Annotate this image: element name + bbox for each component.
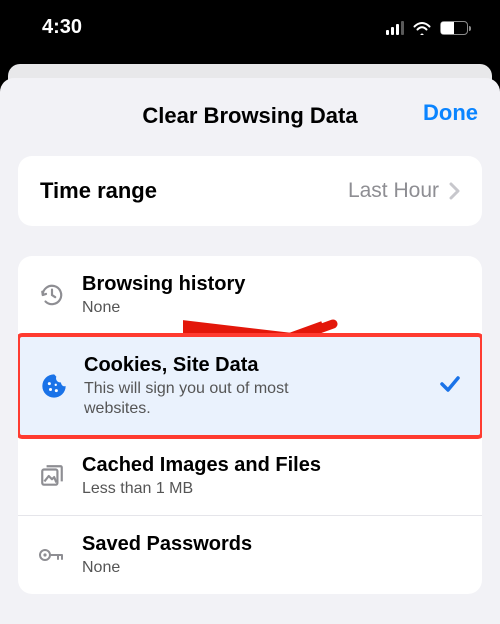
done-button[interactable]: Done [423, 100, 478, 126]
status-icons [386, 21, 468, 35]
row-title: Browsing history [82, 272, 464, 296]
time-range-label: Time range [40, 178, 157, 204]
row-browsing-history[interactable]: Browsing history None [18, 256, 482, 335]
row-cookies-site-data[interactable]: Cookies, Site Data This will sign you ou… [18, 333, 482, 439]
data-type-list: Browsing history None Cookies, Site Data… [18, 256, 482, 594]
row-saved-passwords[interactable]: Saved Passwords None [18, 516, 482, 594]
sheet-header: Clear Browsing Data Done [0, 98, 500, 134]
row-sub: None [82, 298, 464, 318]
time-range-row[interactable]: Time range Last Hour [18, 156, 482, 226]
time-range-value-wrap: Last Hour [348, 179, 460, 203]
row-title: Cookies, Site Data [84, 353, 424, 377]
history-icon [36, 282, 68, 308]
cookie-icon [38, 372, 70, 400]
cell-signal-icon [386, 21, 404, 35]
battery-icon [440, 21, 468, 35]
cached-images-icon [36, 463, 68, 489]
row-sub: Less than 1 MB [82, 479, 464, 499]
wifi-icon [412, 21, 432, 35]
status-bar: 4:30 [0, 0, 500, 55]
row-title: Saved Passwords [82, 532, 464, 556]
key-icon [36, 542, 68, 568]
checkmark-icon [438, 372, 462, 401]
modal-sheet: Clear Browsing Data Done Time range Last… [0, 78, 500, 624]
row-title: Cached Images and Files [82, 453, 464, 477]
row-sub: None [82, 558, 464, 578]
row-sub: This will sign you out of most websites. [84, 379, 314, 419]
row-cached-images[interactable]: Cached Images and Files Less than 1 MB [18, 437, 482, 516]
status-time: 4:30 [42, 16, 82, 39]
chevron-right-icon [449, 182, 460, 200]
time-range-value: Last Hour [348, 179, 439, 203]
page-title: Clear Browsing Data [142, 103, 357, 129]
